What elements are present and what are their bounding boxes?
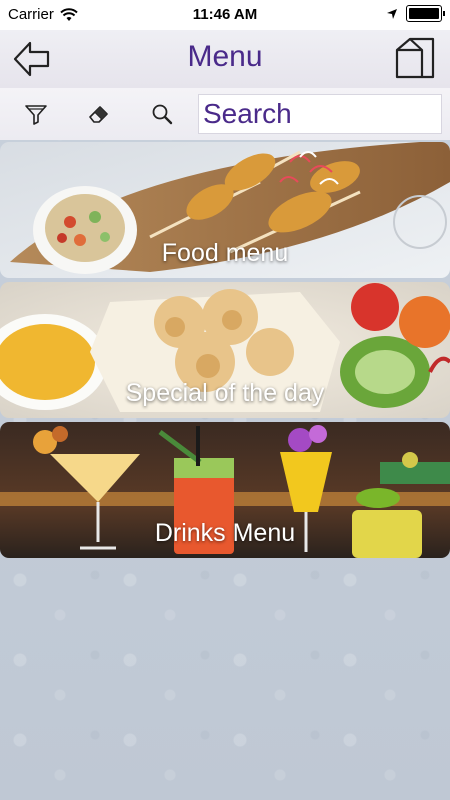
menu-card-label: Drinks Menu — [154, 519, 296, 547]
status-right — [386, 5, 445, 22]
home-button[interactable] — [394, 36, 436, 80]
search-input[interactable] — [198, 94, 442, 134]
menu-card-food[interactable]: Food menu — [0, 142, 450, 278]
menu-card-label: Food menu — [161, 239, 289, 267]
location-arrow-icon — [386, 8, 398, 20]
tool-bar — [0, 88, 450, 140]
filter-funnel-icon — [25, 105, 47, 125]
menu-card-special[interactable]: Special of the day — [0, 282, 450, 418]
home-icon — [395, 37, 435, 79]
search-button[interactable] — [150, 102, 174, 126]
eraser-icon — [89, 106, 108, 123]
menu-card-drinks[interactable]: Drinks Menu — [0, 422, 450, 558]
status-time: 11:46 AM — [192, 6, 258, 23]
battery-icon — [406, 5, 445, 22]
page-title: Menu — [187, 40, 263, 73]
magnifier-icon — [152, 104, 173, 125]
status-bar: Carrier 11:46 AM — [0, 0, 450, 30]
menu-card-label: Special of the day — [125, 379, 325, 407]
navigation-bar: Menu — [0, 30, 450, 88]
filter-button[interactable] — [24, 102, 48, 126]
clear-button[interactable] — [87, 102, 111, 126]
